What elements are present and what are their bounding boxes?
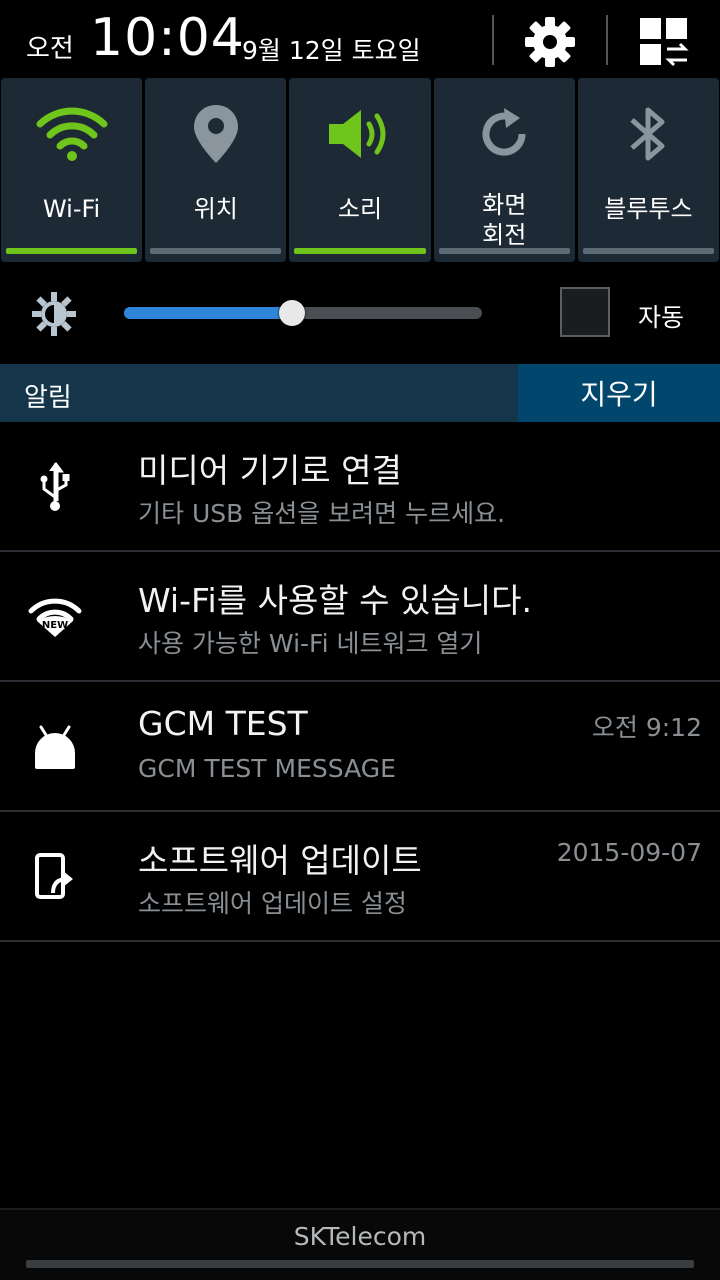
notification-subtitle: 사용 가능한 Wi-Fi 네트워크 열기: [138, 629, 483, 658]
carrier-label: SKTelecom: [293, 1222, 427, 1251]
notification-software-update[interactable]: 소프트웨어 업데이트 소프트웨어 업데이트 설정 2015-09-07: [0, 812, 720, 942]
divider: [492, 15, 494, 65]
notification-gcm[interactable]: GCM TEST GCM TEST MESSAGE 오전 9:12: [0, 682, 720, 812]
wifi-icon: [36, 107, 108, 161]
settings-button[interactable]: [518, 12, 582, 72]
wifi-new-icon: NEW: [20, 582, 90, 652]
brightness-thumb[interactable]: [279, 300, 305, 326]
bluetooth-icon: [630, 107, 665, 161]
toggle-sound[interactable]: 소리: [289, 78, 431, 262]
toggle-label: 화면 회전: [434, 190, 575, 250]
toggle-indicator: [438, 248, 570, 254]
toggle-label: 위치: [193, 195, 238, 223]
usb-icon: [20, 452, 90, 522]
toggle-label-line1: 화면: [482, 191, 527, 219]
gear-icon: [525, 17, 575, 67]
divider: [606, 15, 608, 65]
edit-toggles-button[interactable]: [632, 12, 696, 72]
svg-text:NEW: NEW: [42, 620, 68, 631]
drag-handle[interactable]: [26, 1260, 694, 1268]
toggle-wifi[interactable]: Wi-Fi: [1, 78, 143, 262]
notification-subtitle: GCM TEST MESSAGE: [138, 754, 396, 783]
brightness-fill: [124, 307, 292, 319]
quick-toggles: Wi-Fi 위치 소리 화면 회전 블루투스: [0, 78, 720, 262]
notification-wifi-available[interactable]: NEW Wi-Fi를 사용할 수 있습니다. 사용 가능한 Wi-Fi 네트워크…: [0, 552, 720, 682]
toggle-indicator: [150, 248, 282, 254]
notification-time: 오전 9:12: [591, 713, 702, 742]
toggle-location[interactable]: 위치: [145, 78, 287, 262]
status-header: 오전 10:04 9월 12일 토요일: [0, 0, 720, 76]
toggle-indicator: [582, 248, 715, 254]
auto-brightness-label: 자동: [638, 303, 685, 332]
notification-time: 2015-09-07: [556, 838, 702, 867]
ampm-label: 오전: [26, 34, 74, 64]
rotate-icon: [482, 108, 526, 156]
brightness-icon: [30, 290, 78, 342]
toggle-indicator: [294, 248, 426, 254]
auto-brightness-checkbox[interactable]: [560, 287, 610, 337]
location-pin-icon: [193, 105, 238, 163]
clear-button[interactable]: 지우기: [518, 364, 720, 422]
date-label: 9월 12일 토요일: [242, 36, 421, 65]
notifications-title: 알림: [24, 383, 72, 413]
brightness-slider[interactable]: [124, 300, 482, 326]
toggle-label: Wi-Fi: [42, 195, 101, 223]
toggle-bluetooth[interactable]: 블루투스: [577, 78, 720, 262]
notification-subtitle: 기타 USB 옵션을 보려면 누르세요.: [138, 499, 506, 528]
notification-title: Wi-Fi를 사용할 수 있습니다.: [138, 581, 532, 620]
notification-title: 소프트웨어 업데이트: [138, 841, 422, 880]
speaker-icon: [329, 110, 386, 158]
toggle-label: 블루투스: [604, 195, 693, 223]
notification-title: 미디어 기기로 연결: [138, 451, 402, 490]
notifications-header: 알림 지우기: [0, 364, 720, 422]
toggle-label-line2: 회전: [482, 221, 527, 249]
toggle-screen-rotation[interactable]: 화면 회전: [433, 78, 575, 262]
divider: [0, 940, 720, 942]
notification-subtitle: 소프트웨어 업데이트 설정: [138, 889, 407, 918]
notification-title: GCM TEST: [138, 704, 308, 743]
android-icon: [20, 712, 90, 782]
clock: 10:04: [90, 8, 245, 68]
software-update-icon: [20, 842, 90, 912]
toggle-indicator: [6, 248, 138, 254]
footer: SKTelecom: [0, 1208, 720, 1280]
notification-usb[interactable]: 미디어 기기로 연결 기타 USB 옵션을 보려면 누르세요.: [0, 422, 720, 552]
toggle-label: 소리: [337, 195, 383, 223]
grid-swap-icon: [640, 18, 689, 67]
